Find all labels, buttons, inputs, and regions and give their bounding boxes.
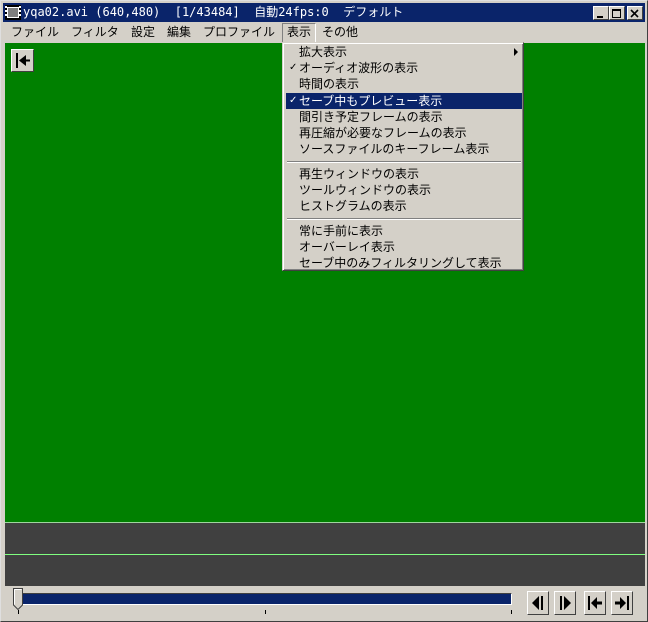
menu-item-zoom[interactable]: 拡大表示: [286, 44, 522, 60]
maximize-icon: [612, 9, 621, 18]
menu-item-preview-while-saving[interactable]: ✓ セーブ中もプレビュー表示: [286, 93, 522, 109]
slider-ticks: [18, 610, 512, 614]
menu-settings[interactable]: 設定: [126, 23, 160, 41]
go-to-start-button[interactable]: [11, 49, 34, 72]
menu-filter[interactable]: フィルタ: [66, 23, 124, 41]
menu-item-label: ソースファイルのキーフレーム表示: [299, 142, 490, 156]
minimize-button[interactable]: [593, 6, 609, 20]
menu-file[interactable]: ファイル: [6, 23, 64, 41]
checkmark-icon: ✓: [289, 62, 298, 73]
menu-item-label: オーバーレイ表示: [299, 240, 395, 254]
close-icon: [630, 9, 639, 18]
menu-item-source-keyframes[interactable]: ソースファイルのキーフレーム表示: [286, 141, 522, 157]
menu-item-label: 時間の表示: [299, 77, 360, 91]
menu-other[interactable]: その他: [317, 23, 363, 41]
go-to-last-button[interactable]: [611, 591, 633, 615]
menu-item-label: セーブ中もプレビュー表示: [299, 94, 443, 108]
skip-to-start-icon: [16, 53, 30, 68]
menu-item-label: 再圧縮が必要なフレームの表示: [299, 126, 467, 140]
menu-item-overlay[interactable]: オーバーレイ表示: [286, 239, 522, 255]
skip-to-start-icon: [588, 596, 602, 610]
frame-info-track[interactable]: [5, 555, 645, 586]
go-to-first-button[interactable]: [584, 591, 606, 615]
menu-edit[interactable]: 編集: [162, 23, 196, 41]
film-strip-icon: [5, 5, 21, 20]
menu-item-label: 再生ウィンドウの表示: [299, 167, 420, 181]
minimize-icon: [597, 16, 603, 18]
slider-thumb[interactable]: [13, 588, 23, 610]
menu-item-label: 拡大表示: [299, 45, 348, 59]
skip-to-end-icon: [615, 596, 629, 610]
menu-bar: ファイル フィルタ 設定 編集 プロファイル 表示 その他: [3, 22, 645, 43]
audio-waveform-track[interactable]: [5, 523, 645, 554]
menu-item-histogram[interactable]: ヒストグラムの表示: [286, 198, 522, 214]
menu-item-recompress-frames[interactable]: 再圧縮が必要なフレームの表示: [286, 125, 522, 141]
title-bar[interactable]: yqa02.avi (640,480) [1/43484] 自動24fps:0 …: [3, 3, 645, 22]
checkmark-icon: ✓: [289, 95, 298, 106]
prev-frame-button[interactable]: [527, 591, 549, 615]
menu-view[interactable]: 表示: [282, 23, 317, 43]
window-title: yqa02.avi (640,480) [1/43484] 自動24fps:0 …: [23, 5, 404, 19]
main-window: yqa02.avi (640,480) [1/43484] 自動24fps:0 …: [0, 0, 648, 622]
menu-item-label: セーブ中のみフィルタリングして表示: [299, 256, 502, 270]
close-button[interactable]: [627, 6, 643, 20]
step-back-icon: [532, 596, 543, 610]
timeline-slider[interactable]: [22, 593, 512, 605]
menu-separator: [287, 161, 521, 163]
menu-item-decimation-frames[interactable]: 間引き予定フレームの表示: [286, 109, 522, 125]
step-forward-icon: [560, 596, 571, 610]
menu-item-always-on-top[interactable]: 常に手前に表示: [286, 223, 522, 239]
menu-item-label: ヒストグラムの表示: [299, 199, 407, 213]
menu-item-label: ツールウィンドウの表示: [299, 183, 432, 197]
menu-profile[interactable]: プロファイル: [198, 23, 280, 41]
next-frame-button[interactable]: [554, 591, 576, 615]
menu-separator: [287, 218, 521, 220]
menu-item-time[interactable]: 時間の表示: [286, 76, 522, 92]
maximize-button[interactable]: [609, 6, 625, 20]
menu-item-label: 間引き予定フレームの表示: [299, 110, 443, 124]
menu-item-label: オーディオ波形の表示: [299, 61, 419, 75]
menu-item-filter-only-while-saving[interactable]: セーブ中のみフィルタリングして表示: [286, 255, 522, 271]
menu-item-label: 常に手前に表示: [299, 224, 384, 238]
menu-item-playback-window[interactable]: 再生ウィンドウの表示: [286, 166, 522, 182]
menu-item-tool-window[interactable]: ツールウィンドウの表示: [286, 182, 522, 198]
submenu-arrow-icon: [514, 48, 518, 56]
menu-item-audio-waveform[interactable]: ✓ オーディオ波形の表示: [286, 60, 522, 76]
view-menu-dropdown: 拡大表示 ✓ オーディオ波形の表示 時間の表示 ✓ セーブ中もプレビュー表示 間…: [282, 42, 524, 271]
